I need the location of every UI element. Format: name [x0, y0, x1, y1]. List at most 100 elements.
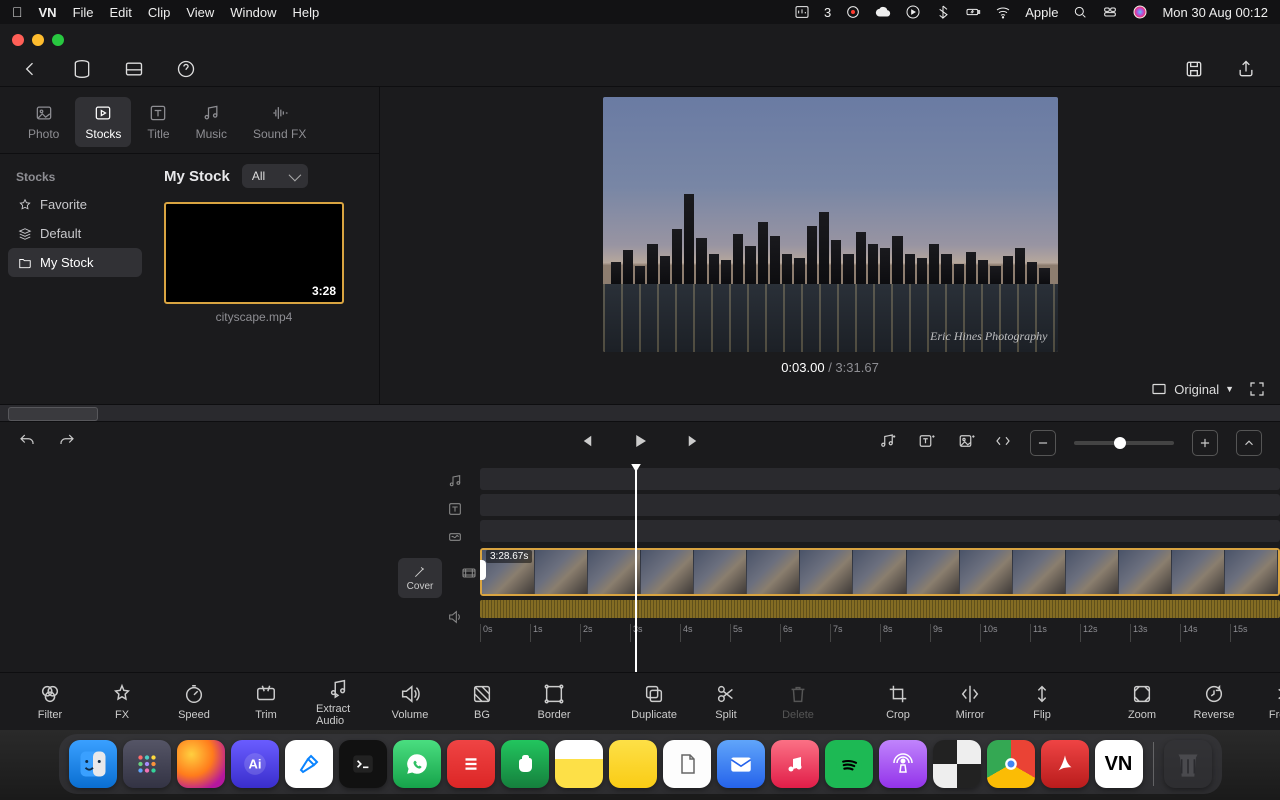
cover-button[interactable]: Cover: [398, 558, 442, 598]
tool-crop[interactable]: Crop: [876, 683, 920, 721]
menu-edit[interactable]: Edit: [110, 5, 132, 20]
video-clip[interactable]: [480, 548, 1280, 596]
music-lane[interactable]: [480, 468, 1280, 490]
effects-lane[interactable]: [480, 520, 1280, 542]
music-track-icon[interactable]: [444, 470, 466, 492]
play-button[interactable]: [631, 432, 649, 455]
tool-bg[interactable]: BG: [460, 683, 504, 721]
aspect-ratio-button[interactable]: Original ▼: [1150, 380, 1234, 398]
media-filter-dropdown[interactable]: All: [242, 164, 308, 188]
add-image-button[interactable]: [958, 432, 976, 455]
fit-timeline-button[interactable]: [994, 432, 1012, 455]
fullscreen-button[interactable]: [1248, 380, 1266, 398]
menubar-battery-icon[interactable]: [965, 4, 981, 20]
tool-volume[interactable]: Volume: [388, 683, 432, 721]
text-track-icon[interactable]: [444, 498, 466, 520]
playhead[interactable]: [635, 464, 637, 672]
dock-todoist[interactable]: [447, 740, 495, 788]
zoom-slider[interactable]: [1074, 441, 1174, 445]
share-button[interactable]: [1232, 55, 1260, 83]
dock-evernote[interactable]: [501, 740, 549, 788]
dock-terminal[interactable]: [339, 740, 387, 788]
collapse-timeline-button[interactable]: [1236, 430, 1262, 456]
menubar-cloud-icon[interactable]: [875, 4, 891, 20]
window-minimize-button[interactable]: [32, 34, 44, 46]
add-text-button[interactable]: [918, 432, 936, 455]
tool-extract[interactable]: Extract Audio: [316, 677, 360, 727]
tool-zoom[interactable]: Zoom: [1120, 683, 1164, 721]
library-icon[interactable]: [68, 55, 96, 83]
menubar-siri-icon[interactable]: [1132, 4, 1148, 20]
dock-launchpad[interactable]: [123, 740, 171, 788]
dock-libre[interactable]: [663, 740, 711, 788]
effects-track-icon[interactable]: [444, 526, 466, 548]
menubar-account[interactable]: Apple: [1025, 5, 1058, 20]
dock-chess[interactable]: [933, 740, 981, 788]
text-lane[interactable]: [480, 494, 1280, 516]
sidebar-item-default[interactable]: Default: [8, 219, 142, 248]
next-frame-button[interactable]: [685, 432, 703, 455]
menu-clip[interactable]: Clip: [148, 5, 170, 20]
media-tab-title[interactable]: Title: [137, 97, 179, 147]
app-name[interactable]: VN: [39, 5, 57, 20]
media-tab-music[interactable]: Music: [186, 97, 237, 147]
tool-speed[interactable]: Speed: [172, 683, 216, 721]
dock-xcode[interactable]: [285, 740, 333, 788]
overview-scrubber[interactable]: [0, 404, 1280, 422]
dock-stickies[interactable]: [609, 740, 657, 788]
tool-reverse[interactable]: Reverse: [1192, 683, 1236, 721]
insert-clip-button[interactable]: +: [480, 560, 486, 580]
menu-help[interactable]: Help: [293, 5, 320, 20]
dock-firefox[interactable]: [177, 740, 225, 788]
menubar-stats-icon[interactable]: [794, 4, 810, 20]
media-clip[interactable]: 3:28 cityscape.mp4: [164, 202, 344, 324]
tool-split[interactable]: Split: [704, 683, 748, 721]
sidebar-item-mystock[interactable]: My Stock: [8, 248, 142, 277]
dock-whatsapp[interactable]: [393, 740, 441, 788]
tool-duplicate[interactable]: Duplicate: [632, 683, 676, 721]
apple-menu-icon[interactable]: : [12, 4, 23, 20]
dock-finder[interactable]: [69, 740, 117, 788]
menubar-clock[interactable]: Mon 30 Aug 00:12: [1162, 5, 1268, 20]
menu-file[interactable]: File: [73, 5, 94, 20]
save-button[interactable]: [1180, 55, 1208, 83]
tool-fx[interactable]: FX: [100, 683, 144, 721]
dock-notes[interactable]: [555, 740, 603, 788]
tool-flip[interactable]: Flip: [1020, 683, 1064, 721]
menubar-record-icon[interactable]: [845, 4, 861, 20]
sidebar-item-favorite[interactable]: Favorite: [8, 190, 142, 219]
menu-window[interactable]: Window: [230, 5, 276, 20]
video-track-icon[interactable]: [458, 562, 480, 584]
tool-border[interactable]: Border: [532, 683, 576, 721]
undo-button[interactable]: [18, 432, 36, 455]
window-zoom-button[interactable]: [52, 34, 64, 46]
menubar-wifi-icon[interactable]: [995, 4, 1011, 20]
tool-mirror[interactable]: Mirror: [948, 683, 992, 721]
zoom-out-button[interactable]: [1030, 430, 1056, 456]
dock-trash[interactable]: [1164, 740, 1212, 788]
tool-filter[interactable]: Filter: [28, 683, 72, 721]
add-music-button[interactable]: [878, 432, 896, 455]
menubar-nowplaying-icon[interactable]: [905, 4, 921, 20]
dock-vn[interactable]: VN: [1095, 740, 1143, 788]
zoom-in-button[interactable]: [1192, 430, 1218, 456]
menu-view[interactable]: View: [186, 5, 214, 20]
help-icon[interactable]: [172, 55, 200, 83]
timeline-tracks[interactable]: + 3:28.67s 0s1s2s3s4s5s6s7s8s9s10s11s12s…: [480, 464, 1280, 672]
window-close-button[interactable]: [12, 34, 24, 46]
menubar-controlcenter-icon[interactable]: [1102, 4, 1118, 20]
menubar-spotlight-icon[interactable]: [1072, 4, 1088, 20]
media-tab-soundfx[interactable]: Sound FX: [243, 97, 316, 147]
audio-track-icon[interactable]: [444, 606, 466, 628]
dock-spotify[interactable]: [825, 740, 873, 788]
redo-button[interactable]: [58, 432, 76, 455]
tool-freeze[interactable]: Freeze: [1264, 683, 1280, 721]
media-tab-photo[interactable]: Photo: [18, 97, 69, 147]
menubar-bluetooth-icon[interactable]: [935, 4, 951, 20]
dock-mail[interactable]: [717, 740, 765, 788]
dock-acrobat[interactable]: [1041, 740, 1089, 788]
prev-frame-button[interactable]: [577, 432, 595, 455]
layout-icon[interactable]: [120, 55, 148, 83]
back-button[interactable]: [16, 55, 44, 83]
dock-podcasts[interactable]: [879, 740, 927, 788]
